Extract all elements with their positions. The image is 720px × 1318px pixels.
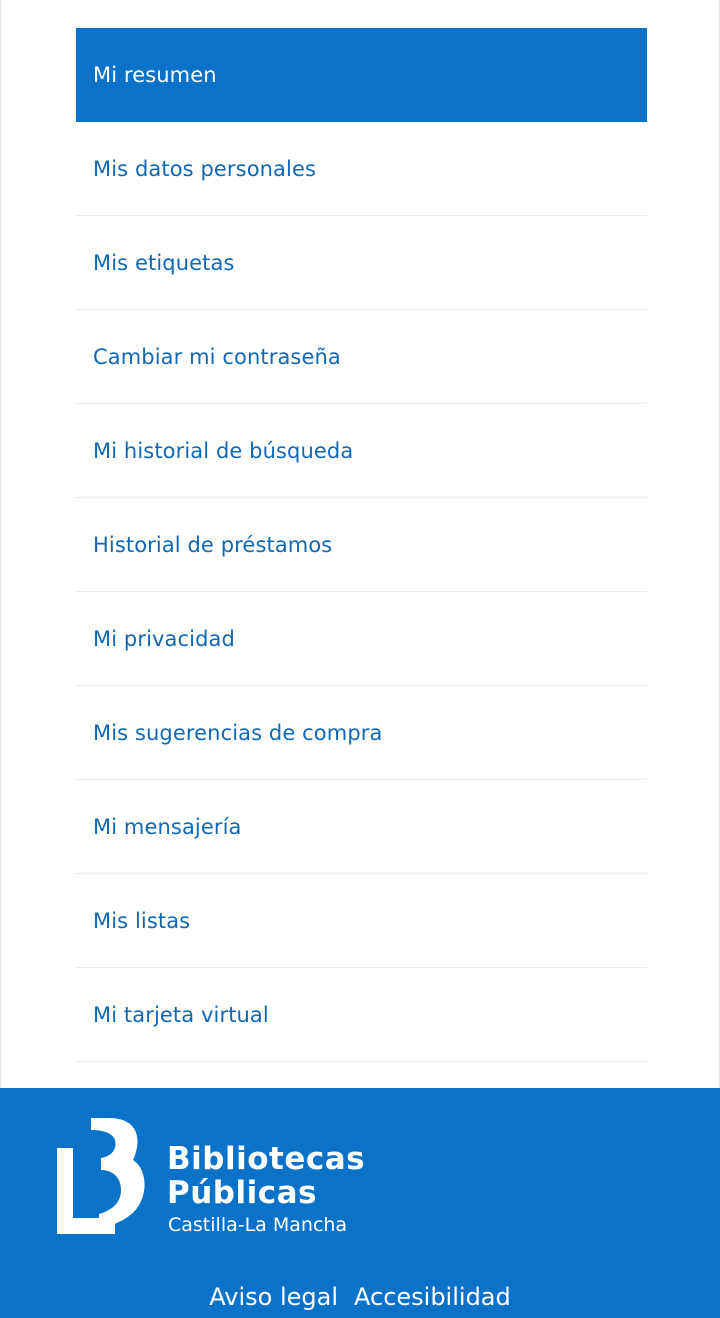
menu-item-label: Cambiar mi contraseña <box>93 344 341 369</box>
menu-item-mi-privacidad[interactable]: Mi privacidad <box>76 592 647 686</box>
menu-item-label: Historial de préstamos <box>93 532 333 557</box>
aviso-legal-link[interactable]: Aviso legal <box>209 1283 338 1312</box>
account-menu: Mi resumen Mis datos personales Mis etiq… <box>76 28 647 1062</box>
logo-text-line3: Castilla-La Mancha <box>168 1214 348 1236</box>
logo-text-line1: Bibliotecas <box>167 1141 366 1177</box>
site-footer: Bibliotecas Públicas Castilla-La Mancha … <box>0 1088 720 1318</box>
menu-item-mis-datos-personales[interactable]: Mis datos personales <box>76 122 647 216</box>
bibliotecas-lb-logo-icon <box>57 1118 145 1234</box>
page-content: Mi resumen Mis datos personales Mis etiq… <box>0 0 720 1088</box>
menu-item-label: Mis listas <box>93 908 191 933</box>
footer-links: Aviso legal Accesibilidad <box>0 1283 720 1312</box>
menu-item-sugerencias-compra[interactable]: Mis sugerencias de compra <box>76 686 647 780</box>
menu-item-label: Mi historial de búsqueda <box>93 438 354 463</box>
menu-item-mis-listas[interactable]: Mis listas <box>76 874 647 968</box>
bibliotecas-logo[interactable]: Bibliotecas Públicas Castilla-La Mancha <box>55 1116 365 1236</box>
logo-text-line2: Públicas <box>167 1175 317 1211</box>
menu-item-label: Mi resumen <box>93 62 217 87</box>
menu-item-label: Mis datos personales <box>93 156 317 181</box>
menu-item-mi-mensajeria[interactable]: Mi mensajería <box>76 780 647 874</box>
menu-item-label: Mis etiquetas <box>93 250 235 275</box>
menu-item-mi-resumen[interactable]: Mi resumen <box>76 28 647 122</box>
menu-item-mis-etiquetas[interactable]: Mis etiquetas <box>76 216 647 310</box>
menu-item-cambiar-contrasena[interactable]: Cambiar mi contraseña <box>76 310 647 404</box>
menu-item-label: Mi privacidad <box>93 626 235 651</box>
accesibilidad-link[interactable]: Accesibilidad <box>354 1283 511 1312</box>
menu-item-label: Mis sugerencias de compra <box>93 720 383 745</box>
menu-item-historial-busqueda[interactable]: Mi historial de búsqueda <box>76 404 647 498</box>
menu-item-label: Mi mensajería <box>93 814 242 839</box>
menu-item-mi-tarjeta-virtual[interactable]: Mi tarjeta virtual <box>76 968 647 1062</box>
menu-item-historial-prestamos[interactable]: Historial de préstamos <box>76 498 647 592</box>
menu-item-label: Mi tarjeta virtual <box>93 1002 269 1027</box>
